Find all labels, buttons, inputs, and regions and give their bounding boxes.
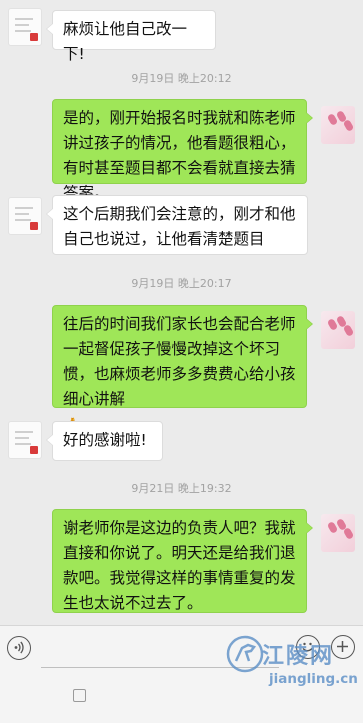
site-watermark: 江陵网 jiangling.cn [225, 630, 358, 718]
watermark-title: 江陵网 [262, 644, 335, 669]
teacher-avatar[interactable] [8, 8, 42, 46]
message-bubble[interactable]: 是的，刚开始报名时我就和陈老师讲过孩子的情况，他看题很粗心，有时甚至题目都不会看… [52, 99, 313, 202]
timestamp: 9月19日 晚上20:17 [131, 277, 232, 290]
timestamp: 9月21日 晚上19:32 [131, 482, 232, 495]
message-text: 麻烦让他自己改一下! [63, 20, 188, 63]
message-bubble[interactable]: 谢老师你是这边的负责人吧？我就直接和你说了。明天还是给我们退款吧。我觉得这样的事… [52, 509, 313, 613]
message-text: 是的，刚开始报名时我就和陈老师讲过孩子的情况，他看题很粗心，有时甚至题目都不会看… [63, 109, 296, 202]
timestamp: 9月19日 晚上20:12 [131, 72, 232, 85]
message-text: 谢老师你是这边的负责人吧？我就直接和你说了。明天还是给我们退款吧。我觉得这样的事… [63, 519, 296, 612]
message-text: 好的感谢啦! [63, 431, 147, 449]
message-bubble[interactable]: 好的感谢啦! [46, 421, 163, 461]
watermark-url: jiangling.cn [269, 671, 358, 687]
chat-area[interactable]: 麻烦让他自己改一下! 9月19日 晚上20:12 是的，刚开始报名时我就和陈老师… [0, 0, 363, 625]
teacher-avatar[interactable] [8, 197, 42, 235]
message-bubble[interactable]: 麻烦让他自己改一下! [46, 10, 216, 63]
parent-avatar[interactable] [321, 514, 355, 552]
recent-apps-icon[interactable] [73, 689, 86, 702]
voice-icon[interactable] [7, 636, 31, 660]
message-text: 往后的时间我们家长也会配合老师一起督促孩子慢慢改掉这个坏习惯，也麻烦老师多多费费… [63, 315, 296, 408]
parent-avatar[interactable] [321, 311, 355, 349]
parent-avatar[interactable] [321, 106, 355, 144]
horse-logo-icon [226, 635, 264, 673]
message-bubble[interactable]: 这个后期我们会注意的，刚才和他自己也说过，让他看清楚题目 [46, 195, 308, 255]
teacher-avatar[interactable] [8, 421, 42, 459]
message-bubble[interactable]: 往后的时间我们家长也会配合老师一起督促孩子慢慢改掉这个坏习惯，也麻烦老师多多费费… [52, 305, 313, 435]
message-text: 这个后期我们会注意的，刚才和他自己也说过，让他看清楚题目 [63, 205, 296, 248]
